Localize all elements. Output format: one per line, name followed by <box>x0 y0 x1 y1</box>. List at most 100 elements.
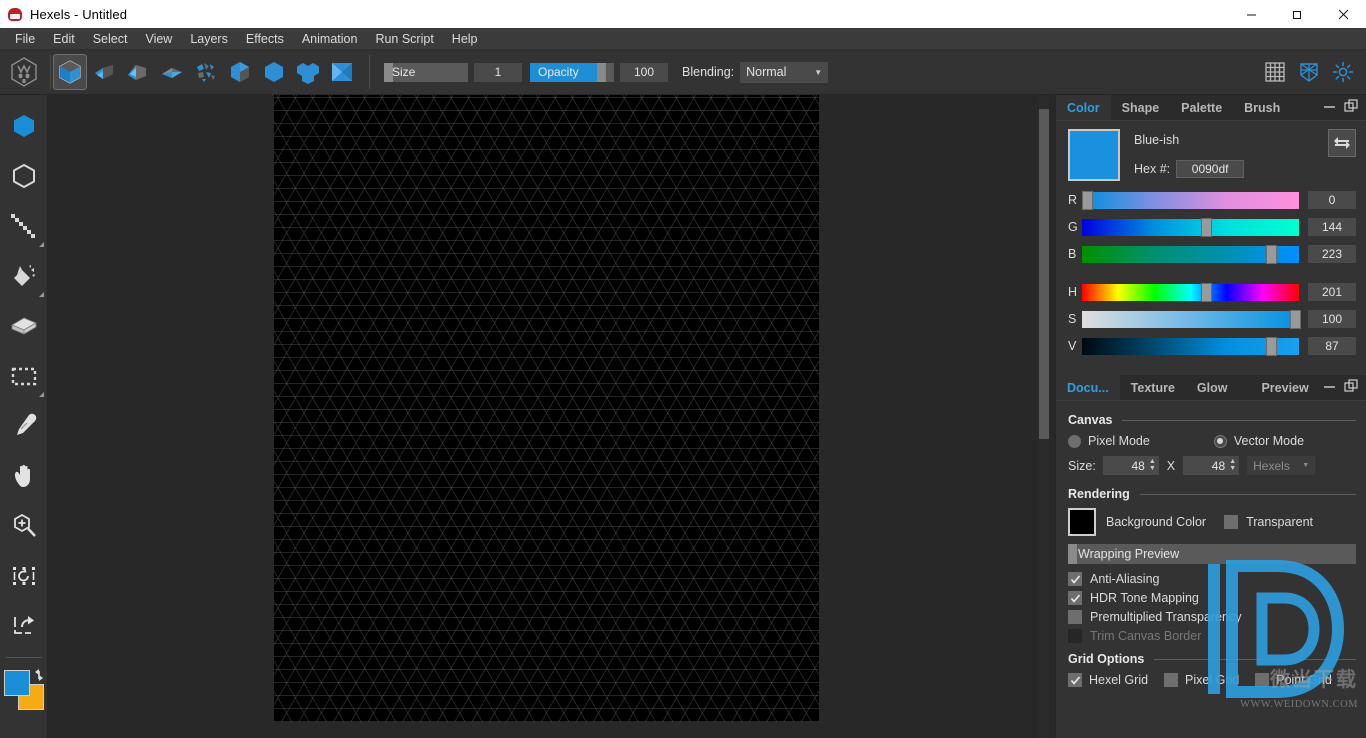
tool-transform[interactable] <box>2 551 46 601</box>
swap-arrows-icon[interactable] <box>1328 129 1356 157</box>
minimize-icon[interactable] <box>1323 100 1336 116</box>
tool-zoom[interactable] <box>2 501 46 551</box>
tool-eyedropper[interactable] <box>2 401 46 451</box>
shape-half-cube-button[interactable] <box>88 55 120 89</box>
menu-run-script[interactable]: Run Script <box>366 28 442 50</box>
radio-vector-mode[interactable] <box>1213 434 1227 448</box>
tab-texture[interactable]: Texture <box>1120 375 1186 400</box>
tool-marquee-select[interactable] <box>2 351 46 401</box>
channel-g-slider[interactable] <box>1082 217 1299 237</box>
channel-v-slider[interactable] <box>1082 336 1299 356</box>
menu-select[interactable]: Select <box>84 28 137 50</box>
tab-color[interactable]: Color <box>1056 95 1111 120</box>
tab-palette[interactable]: Palette <box>1170 95 1233 120</box>
float-panel-icon[interactable] <box>1344 99 1358 116</box>
canvas-area[interactable] <box>48 95 1055 738</box>
hex-input[interactable]: 0090df <box>1176 160 1245 178</box>
checkbox-anti-aliasing[interactable] <box>1068 572 1082 586</box>
checkbox-pixel-grid[interactable] <box>1164 673 1179 687</box>
minimize-button[interactable] <box>1228 0 1274 28</box>
shape-slab-button[interactable] <box>156 55 188 89</box>
shape-square-button[interactable] <box>326 55 358 89</box>
wrapping-preview-slider[interactable]: Wrapping Preview <box>1068 544 1356 564</box>
minimize-icon[interactable] <box>1323 380 1336 396</box>
blending-select[interactable]: Normal ▼ <box>740 61 829 83</box>
tab-shape[interactable]: Shape <box>1111 95 1171 120</box>
menu-help[interactable]: Help <box>443 28 487 50</box>
foreground-color-swatch[interactable] <box>3 670 30 696</box>
checkbox-hexel-grid[interactable] <box>1068 673 1082 687</box>
right-panel: Color Shape Palette Brush Blue-ish Hex #… <box>1055 95 1366 738</box>
tool-hand[interactable] <box>2 451 46 501</box>
channel-h-value[interactable]: 201 <box>1308 283 1356 301</box>
close-button[interactable] <box>1320 0 1366 28</box>
checkbox-transparent[interactable] <box>1224 515 1239 529</box>
tab-glow[interactable]: Glow <box>1186 375 1239 400</box>
spinner-arrows-icon[interactable]: ▲ ▼ <box>1149 458 1156 472</box>
spinner-arrows-icon[interactable]: ▲ ▼ <box>1229 458 1236 472</box>
blending-label: Blending: <box>682 65 735 79</box>
menu-view[interactable]: View <box>136 28 181 50</box>
scrollbar-thumb[interactable] <box>1039 109 1049 439</box>
channel-b-value[interactable]: 223 <box>1308 245 1356 263</box>
color-name: Blue-ish <box>1134 133 1180 147</box>
menu-layers[interactable]: Layers <box>181 28 237 50</box>
shape-hexagon-split-button[interactable] <box>224 55 256 89</box>
checkbox-hdr-tone-mapping[interactable] <box>1068 591 1082 605</box>
tool-export[interactable] <box>2 601 46 651</box>
title-bar: Hexels - Untitled <box>0 0 1366 28</box>
channel-r-value[interactable]: 0 <box>1308 191 1356 209</box>
channel-b-slider[interactable] <box>1082 244 1299 264</box>
channel-g-value[interactable]: 144 <box>1308 218 1356 236</box>
toolbar-divider <box>50 55 51 89</box>
shape-trihex-button[interactable] <box>292 55 324 89</box>
color-swatches <box>2 668 46 714</box>
menu-effects[interactable]: Effects <box>237 28 293 50</box>
float-panel-icon[interactable] <box>1344 379 1358 396</box>
menu-edit[interactable]: Edit <box>44 28 84 50</box>
channel-s-slider[interactable] <box>1082 309 1302 329</box>
tab-preview[interactable]: Preview <box>1250 375 1319 400</box>
shape-hexagon-button[interactable] <box>258 55 290 89</box>
canvas-vertical-scrollbar[interactable] <box>1039 95 1049 738</box>
tool-line[interactable] <box>2 201 46 251</box>
size-value[interactable]: 1 <box>474 62 522 82</box>
canvas-width-input[interactable]: 48 ▲ ▼ <box>1102 456 1159 475</box>
checkbox-premultiplied-transparency[interactable] <box>1068 610 1082 624</box>
opacity-slider[interactable]: Opacity <box>530 62 614 82</box>
canvas-height-input[interactable]: 48 ▲ ▼ <box>1183 456 1240 475</box>
menu-file[interactable]: File <box>6 28 44 50</box>
size-slider[interactable]: Size <box>384 62 468 82</box>
channel-r-slider[interactable] <box>1082 190 1299 210</box>
wrapping-preview-label: Wrapping Preview <box>1078 547 1180 561</box>
radio-pixel-mode[interactable] <box>1068 434 1081 448</box>
canvas-units-select[interactable]: Hexels ▼ <box>1247 456 1316 475</box>
maximize-button[interactable] <box>1274 0 1320 28</box>
item-hexel-grid: Hexel Grid <box>1068 673 1148 687</box>
canvas-units-value: Hexels <box>1253 458 1290 473</box>
brightness-icon[interactable] <box>1330 59 1356 85</box>
hexel-grid-icon[interactable] <box>1296 59 1322 85</box>
channel-s-value[interactable]: 100 <box>1308 310 1356 328</box>
opacity-value[interactable]: 100 <box>620 62 668 82</box>
current-color-swatch[interactable] <box>1068 129 1120 181</box>
pixel-grid-icon[interactable] <box>1262 59 1288 85</box>
tool-fill-hexagon[interactable] <box>2 101 46 151</box>
shape-wedge-button[interactable] <box>122 55 154 89</box>
tab-brush[interactable]: Brush <box>1233 95 1291 120</box>
tool-outline-hexagon[interactable] <box>2 151 46 201</box>
checkbox-point-grid[interactable] <box>1255 673 1270 687</box>
canvas-title-text: Canvas <box>1068 413 1113 427</box>
menu-animation[interactable]: Animation <box>293 28 367 50</box>
background-color-swatch[interactable] <box>1068 508 1096 536</box>
channel-g-label: G <box>1068 220 1078 234</box>
tool-block[interactable] <box>2 301 46 351</box>
shape-shatter-button[interactable] <box>190 55 222 89</box>
shape-cube-button[interactable] <box>53 54 87 90</box>
canvas[interactable] <box>274 95 819 722</box>
channel-v-value[interactable]: 87 <box>1308 337 1356 355</box>
tool-paint-bucket[interactable] <box>2 251 46 301</box>
tab-document[interactable]: Docu... <box>1056 375 1120 400</box>
swap-colors-icon[interactable] <box>32 668 46 685</box>
channel-h-slider[interactable] <box>1082 282 1299 302</box>
